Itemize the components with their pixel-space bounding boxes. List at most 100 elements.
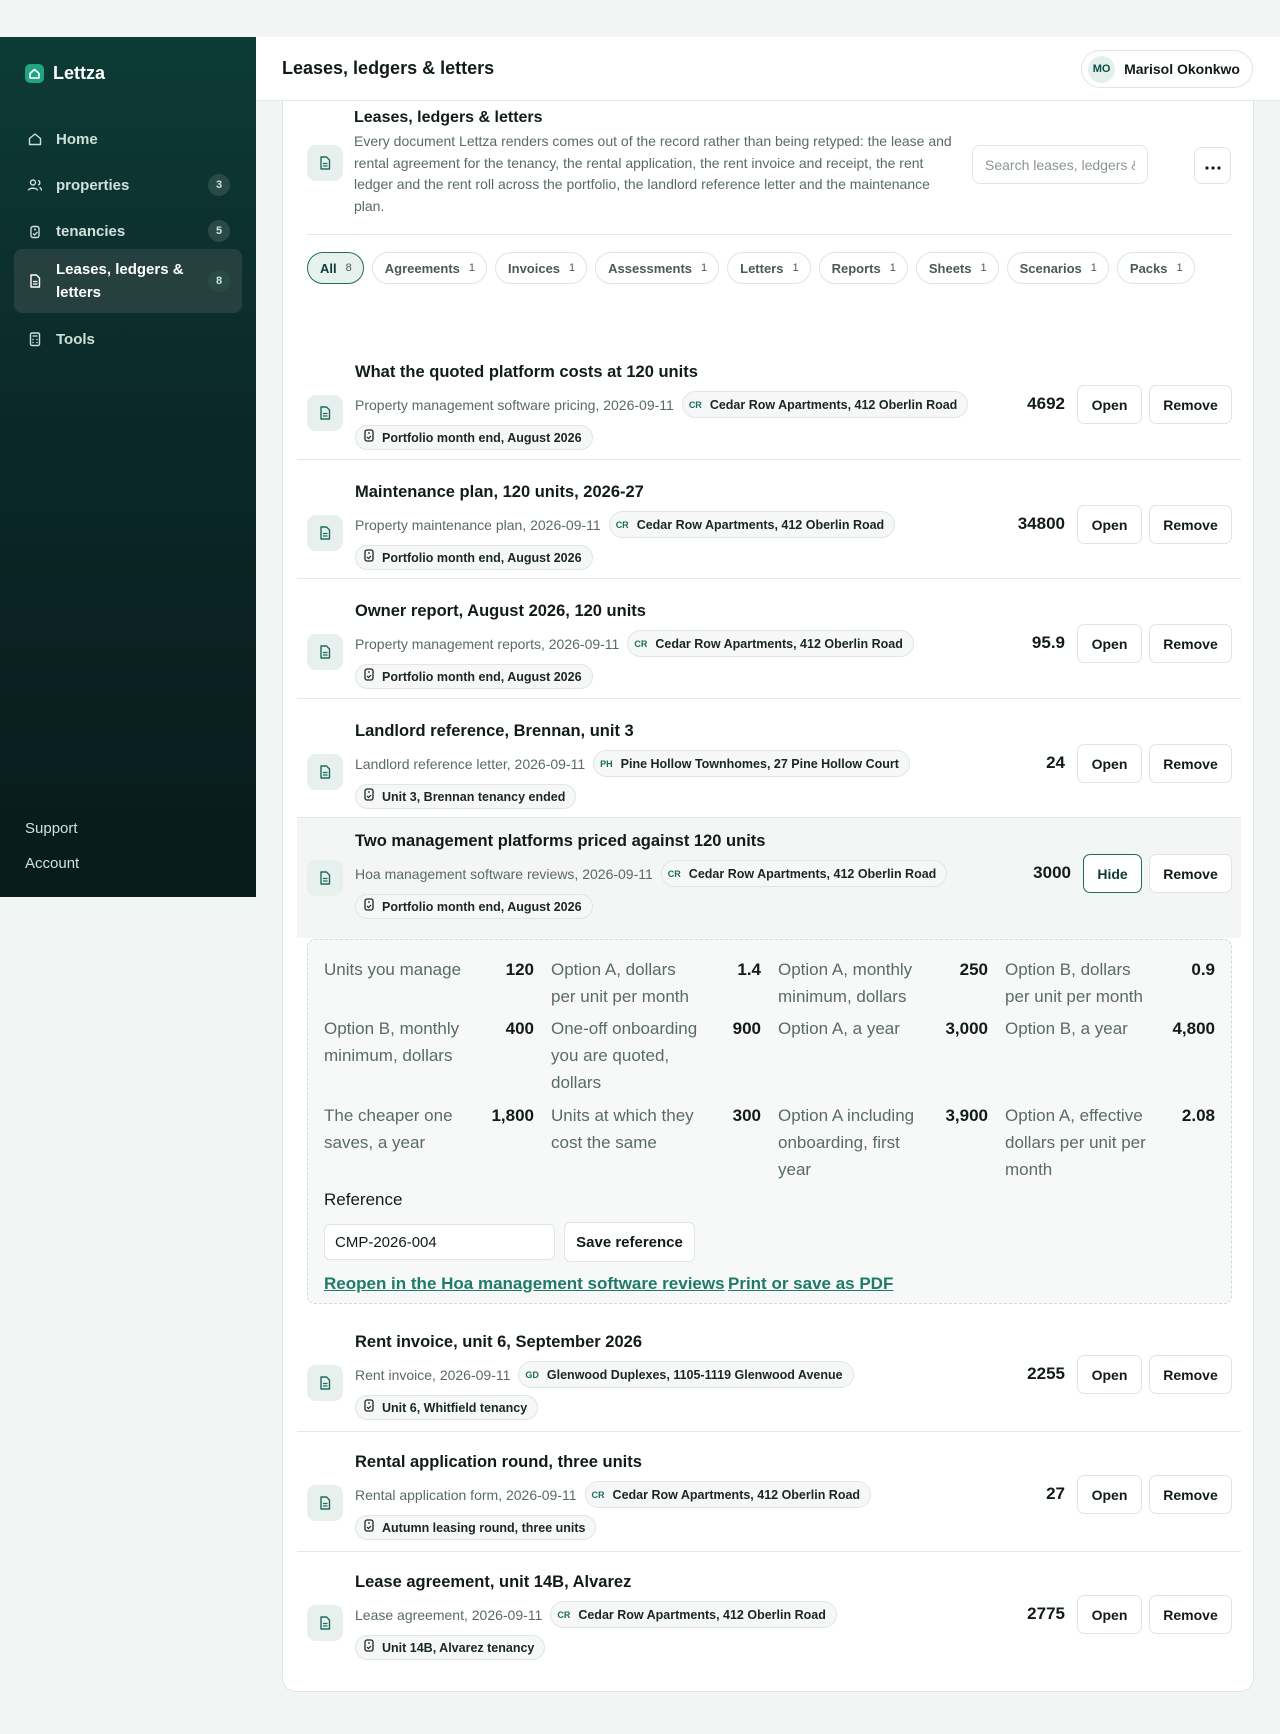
list-item: Lease agreement, unit 14B, Alvarez Lease… xyxy=(297,1563,1241,1683)
property-abbr: CR xyxy=(591,1489,605,1500)
count-badge: 3 xyxy=(208,174,230,196)
property-chip[interactable]: CR Cedar Row Apartments, 412 Oberlin Road xyxy=(627,630,914,657)
filter-scenarios[interactable]: Scenarios 1 xyxy=(1006,252,1109,284)
save-reference-button[interactable]: Save reference xyxy=(564,1222,695,1262)
document-title: Owner report, August 2026, 120 units xyxy=(355,602,646,620)
filter-count: 1 xyxy=(569,262,576,274)
hide-button[interactable]: Hide xyxy=(1083,854,1142,893)
tenancy-name: Unit 3, Brennan tenancy ended xyxy=(382,789,566,804)
property-name: Glenwood Duplexes, 1105-1119 Glenwood Av… xyxy=(546,1367,843,1382)
remove-button[interactable]: Remove xyxy=(1149,505,1232,544)
document-type-date: Rent invoice, 2026-09-11 xyxy=(355,1366,511,1383)
filter-invoices[interactable]: Invoices 1 xyxy=(495,252,588,284)
tenancy-chip[interactable]: Unit 6, Whitfield tenancy xyxy=(355,1395,539,1420)
search-input[interactable] xyxy=(972,145,1148,184)
divider xyxy=(297,578,1241,579)
print-pdf-link[interactable]: Print or save as PDF xyxy=(728,1274,893,1294)
open-button[interactable]: Open xyxy=(1077,744,1142,783)
tenancy-chip[interactable]: Portfolio month end, August 2026 xyxy=(355,664,593,689)
document-icon xyxy=(307,145,343,181)
field-label: Units you manage xyxy=(324,960,462,979)
tenancy-name: Portfolio month end, August 2026 xyxy=(382,899,582,914)
tenancy-chip[interactable]: Portfolio month end, August 2026 xyxy=(355,545,593,570)
filter-label: Packs xyxy=(1129,260,1168,276)
document-meta: Lease agreement, 2026-09-11 CR Cedar Row … xyxy=(355,1601,837,1628)
document-meta: Rental application form, 2026-09-11 CR Ce… xyxy=(355,1481,872,1508)
filter-label: Reports xyxy=(831,260,881,276)
tenancy-name: Portfolio month end, August 2026 xyxy=(382,550,582,565)
user-menu[interactable]: MO Marisol Okonkwo xyxy=(1081,50,1253,88)
field-label: One-off onboarding you are quoted, dolla… xyxy=(551,1019,698,1092)
property-name: Cedar Row Apartments, 412 Oberlin Road xyxy=(655,636,903,651)
open-button[interactable]: Open xyxy=(1077,624,1142,663)
reference-input[interactable] xyxy=(324,1224,555,1260)
field-value: 1,800 xyxy=(491,1106,534,1125)
user-name: Marisol Okonkwo xyxy=(1124,61,1240,77)
remove-button[interactable]: Remove xyxy=(1149,744,1232,783)
property-chip[interactable]: GD Glenwood Duplexes, 1105-1119 Glenwood … xyxy=(518,1361,854,1388)
sidebar-item-leases-ledgers-letters[interactable]: Leases, ledgers & letters 8 xyxy=(14,249,242,313)
sidebar-item-tenancies[interactable]: tenancies 5 xyxy=(14,211,242,251)
remove-button[interactable]: Remove xyxy=(1149,385,1232,424)
sidebar-item-properties[interactable]: properties 3 xyxy=(14,165,242,205)
field-label: The cheaper one saves, a year xyxy=(324,1106,453,1152)
filter-all[interactable]: All 8 xyxy=(307,252,364,284)
remove-button[interactable]: Remove xyxy=(1149,1355,1232,1394)
open-button[interactable]: Open xyxy=(1077,1475,1142,1514)
field-value: 900 xyxy=(732,1019,761,1038)
sidebar-item-tools[interactable]: Tools xyxy=(14,319,242,359)
document-value: 27 xyxy=(1046,1484,1065,1503)
remove-button[interactable]: Remove xyxy=(1149,854,1232,893)
document-value: 34800 xyxy=(1017,514,1065,533)
tenancy-chip[interactable]: Portfolio month end, August 2026 xyxy=(355,425,593,450)
sidebar-item-home[interactable]: Home xyxy=(14,119,242,159)
filter-reports[interactable]: Reports 1 xyxy=(818,252,908,284)
property-chip[interactable]: CR Cedar Row Apartments, 412 Oberlin Road xyxy=(608,511,896,538)
home-icon xyxy=(26,130,44,148)
brand[interactable]: Lettza xyxy=(25,63,105,84)
property-abbr: CR xyxy=(688,399,702,410)
support-link[interactable]: Support xyxy=(25,820,78,837)
filter-assessments[interactable]: Assessments 1 xyxy=(595,252,720,284)
tenancy-chip[interactable]: Portfolio month end, August 2026 xyxy=(355,894,593,919)
tenancy-chip[interactable]: Autumn leasing round, three units xyxy=(355,1515,597,1540)
property-chip[interactable]: CR Cedar Row Apartments, 412 Oberlin Road xyxy=(584,1481,872,1508)
tenancy-chip[interactable]: Unit 3, Brennan tenancy ended xyxy=(355,784,577,809)
property-chip[interactable]: CR Cedar Row Apartments, 412 Oberlin Road xyxy=(681,391,969,418)
remove-button[interactable]: Remove xyxy=(1149,1475,1232,1514)
sidebar: Lettza Home properties 3 tenancies 5 Lea… xyxy=(0,37,256,897)
property-name: Cedar Row Apartments, 412 Oberlin Road xyxy=(688,866,937,881)
field-label: Option A, effective dollars per unit per… xyxy=(1005,1106,1146,1179)
tenancy-chip[interactable]: Unit 14B, Alvarez tenancy xyxy=(355,1635,546,1660)
document-value: 2255 xyxy=(1027,1364,1065,1383)
open-button[interactable]: Open xyxy=(1077,505,1142,544)
document-icon xyxy=(307,754,343,790)
reopen-link[interactable]: Reopen in the Hoa management software re… xyxy=(324,1274,725,1294)
field-label: Option B, a year xyxy=(1005,1019,1128,1038)
document-title: Landlord reference, Brennan, unit 3 xyxy=(355,722,634,740)
property-chip[interactable]: CR Cedar Row Apartments, 412 Oberlin Road xyxy=(550,1601,837,1628)
calculator-icon xyxy=(26,330,44,348)
remove-button[interactable]: Remove xyxy=(1149,1595,1232,1634)
more-options-button[interactable] xyxy=(1194,147,1231,184)
divider xyxy=(307,234,1232,235)
property-chip[interactable]: CR Cedar Row Apartments, 412 Oberlin Road xyxy=(660,860,948,887)
property-abbr: GD xyxy=(525,1369,539,1380)
open-button[interactable]: Open xyxy=(1077,385,1142,424)
account-link[interactable]: Account xyxy=(25,855,79,872)
list-item: Owner report, August 2026, 120 units Pro… xyxy=(297,592,1241,712)
list-item-selected: Two management platforms priced against … xyxy=(297,818,1241,938)
filter-packs[interactable]: Packs 1 xyxy=(1116,252,1195,284)
field-value: 250 xyxy=(959,960,988,979)
filter-count: 1 xyxy=(1176,262,1183,274)
open-button[interactable]: Open xyxy=(1077,1355,1142,1394)
filter-count: 1 xyxy=(468,262,476,274)
remove-button[interactable]: Remove xyxy=(1149,624,1232,663)
property-chip[interactable]: PH Pine Hollow Townhomes, 27 Pine Hollow … xyxy=(593,750,910,777)
filter-letters[interactable]: Letters 1 xyxy=(727,252,811,284)
open-button[interactable]: Open xyxy=(1077,1595,1142,1634)
filter-agreements[interactable]: Agreements 1 xyxy=(371,252,488,284)
filter-sheets[interactable]: Sheets 1 xyxy=(915,252,999,284)
field-label: Option A, dollars per unit per month xyxy=(551,960,689,1006)
list-item: Rental application round, three units Re… xyxy=(297,1443,1241,1563)
